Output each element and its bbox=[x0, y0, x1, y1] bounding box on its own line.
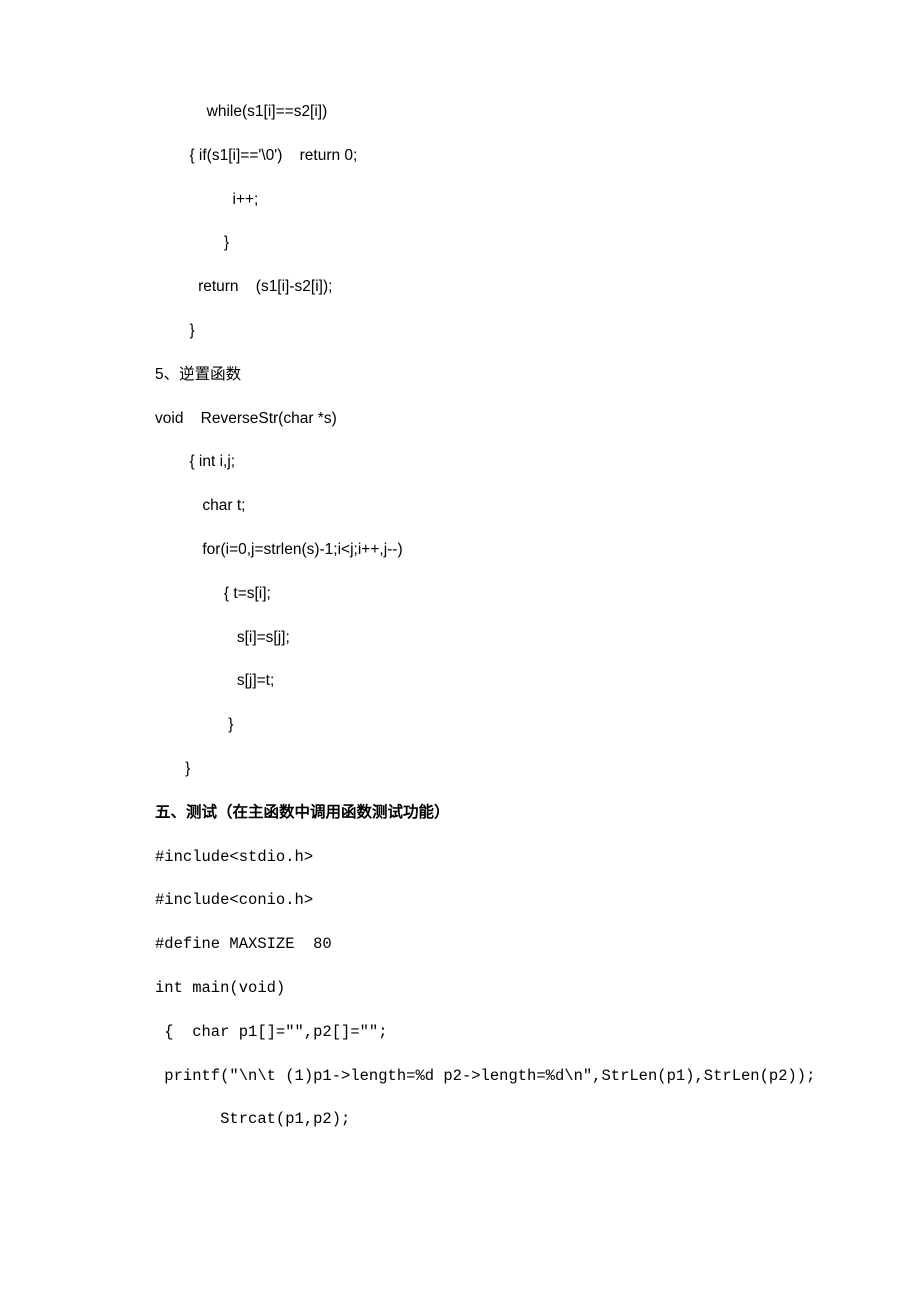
code-line: { char p1[]="",p2[]=""; bbox=[155, 1020, 765, 1045]
code-line: } bbox=[155, 231, 765, 256]
code-line: #include<conio.h> bbox=[155, 888, 765, 913]
section-heading-test: 五、测试（在主函数中调用函数测试功能） bbox=[155, 801, 765, 826]
code-line: { int i,j; bbox=[155, 450, 765, 475]
code-line: s[i]=s[j]; bbox=[155, 626, 765, 651]
code-line: printf("\n\t (1)p1->length=%d p2->length… bbox=[155, 1064, 765, 1089]
code-line: char t; bbox=[155, 494, 765, 519]
section-heading-5: 5、逆置函数 bbox=[155, 363, 765, 388]
code-line: int main(void) bbox=[155, 976, 765, 1001]
code-line: #define MAXSIZE 80 bbox=[155, 932, 765, 957]
code-line: #include<stdio.h> bbox=[155, 845, 765, 870]
code-line: } bbox=[155, 757, 765, 782]
code-line: Strcat(p1,p2); bbox=[155, 1107, 765, 1132]
code-line: } bbox=[155, 319, 765, 344]
code-line: while(s1[i]==s2[i]) bbox=[155, 100, 765, 125]
code-line: for(i=0,j=strlen(s)-1;i<j;i++,j--) bbox=[155, 538, 765, 563]
code-line: return (s1[i]-s2[i]); bbox=[155, 275, 765, 300]
code-line: s[j]=t; bbox=[155, 669, 765, 694]
code-line: void ReverseStr(char *s) bbox=[155, 407, 765, 432]
code-line: i++; bbox=[155, 188, 765, 213]
code-line: { if(s1[i]=='\0') return 0; bbox=[155, 144, 765, 169]
code-line: { t=s[i]; bbox=[155, 582, 765, 607]
code-line: } bbox=[155, 713, 765, 738]
